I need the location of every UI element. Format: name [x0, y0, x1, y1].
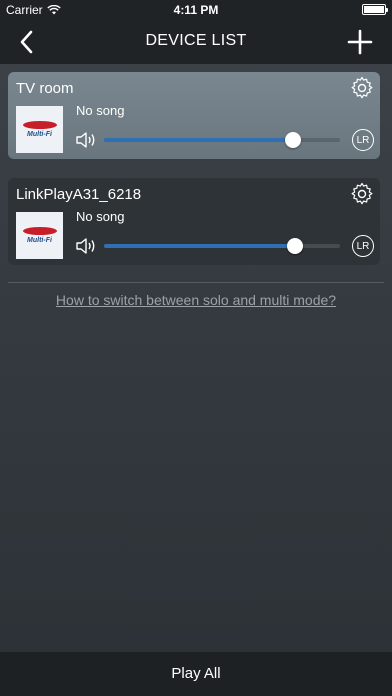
- device-card-tv-room[interactable]: TV room Multi-Fi No song LR: [8, 72, 380, 159]
- speaker-volume-icon[interactable]: [75, 131, 97, 149]
- add-device-icon[interactable]: [346, 28, 374, 56]
- status-time: 4:11 PM: [173, 3, 219, 17]
- status-bar: Carrier 4:11 PM: [0, 0, 392, 20]
- device-name: TV room: [16, 80, 74, 97]
- volume-slider-knob[interactable]: [284, 132, 301, 148]
- page-title: DEVICE LIST: [145, 32, 247, 49]
- album-logo-text: Multi-Fi: [27, 131, 52, 138]
- battery-icon: [362, 4, 388, 15]
- album-art: Multi-Fi: [16, 106, 63, 153]
- device-name: LinkPlayA31_6218: [16, 186, 142, 203]
- volume-slider[interactable]: [104, 238, 340, 254]
- brand-logo-icon: [22, 227, 57, 235]
- volume-slider-knob[interactable]: [287, 238, 304, 254]
- lr-channel-button[interactable]: LR: [352, 235, 374, 257]
- song-title: No song: [76, 209, 125, 224]
- play-all-button[interactable]: Play All: [0, 652, 392, 696]
- gear-icon[interactable]: [350, 76, 374, 100]
- divider: [8, 282, 384, 283]
- solo-multi-help-link[interactable]: How to switch between solo and multi mod…: [0, 292, 392, 308]
- lr-channel-button[interactable]: LR: [352, 129, 374, 151]
- song-title: No song: [76, 103, 125, 118]
- nav-bar: DEVICE LIST: [0, 20, 392, 64]
- volume-slider-fill: [104, 138, 293, 142]
- brand-logo-icon: [22, 121, 57, 129]
- volume-slider[interactable]: [104, 132, 340, 148]
- device-card-linkplay[interactable]: LinkPlayA31_6218 Multi-Fi No song LR: [8, 178, 380, 265]
- album-logo-text: Multi-Fi: [27, 237, 52, 244]
- volume-slider-fill: [104, 244, 296, 248]
- album-art: Multi-Fi: [16, 212, 63, 259]
- gear-icon[interactable]: [350, 182, 374, 206]
- speaker-volume-icon[interactable]: [75, 237, 97, 255]
